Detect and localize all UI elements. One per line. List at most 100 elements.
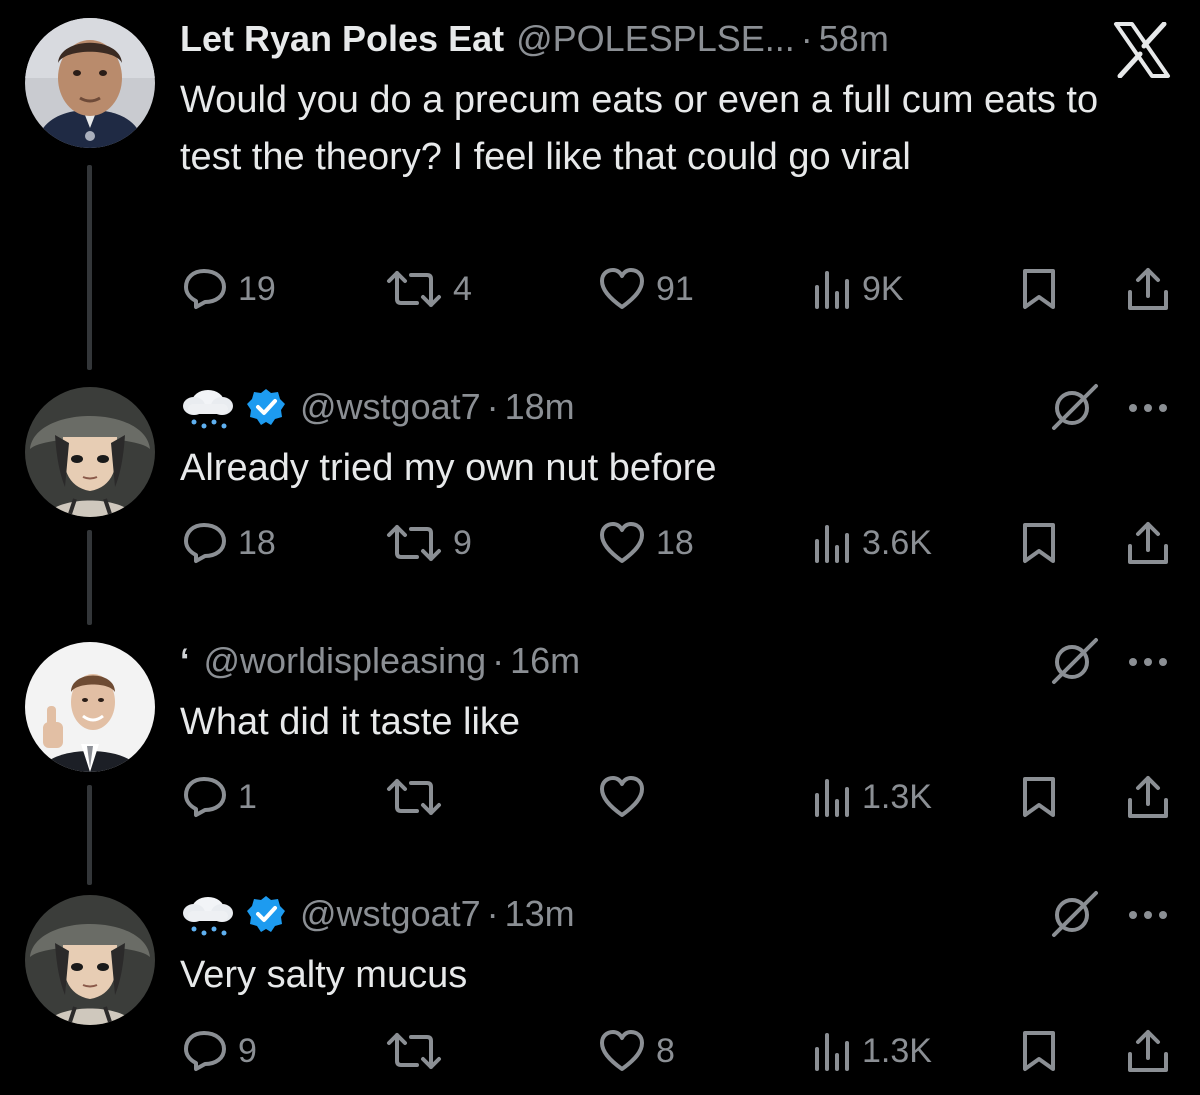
view-count: 1.3K [862,777,932,816]
grok-icon[interactable] [1048,636,1100,688]
like-button[interactable]: 91 [598,264,694,314]
x-logo-icon[interactable] [1112,22,1172,78]
repost-button[interactable]: 9 [385,518,472,568]
more-options-icon[interactable] [1126,905,1170,925]
heart-icon [600,776,644,817]
more-options-icon[interactable] [1126,398,1170,418]
verified-badge-icon[interactable] [246,387,286,427]
bookmark-button[interactable] [1020,772,1058,822]
avatar[interactable] [25,895,155,1025]
timestamp[interactable]: 16m [510,640,580,682]
heart-icon [600,1030,644,1071]
view-count: 1.3K [862,1031,932,1070]
cloud-with-rain-icon [183,897,233,936]
repost-button[interactable]: 4 [385,264,472,314]
repost-icon [387,1033,441,1069]
separator: · [800,18,813,59]
tweet-actions: 19 4 91 9K [0,264,1200,314]
reply-icon [184,269,226,309]
tweet-actions: 18 9 18 3.6K [0,518,1200,568]
views-icon [815,271,849,309]
tweet-actions: 9 8 1.3K [0,1026,1200,1076]
bookmark-button[interactable] [1020,518,1058,568]
share-button[interactable] [1126,772,1170,822]
separator: · [492,640,505,681]
tweet-text: Very salty mucus [180,954,468,996]
handle[interactable]: @wstgoat7 [300,893,481,935]
handle[interactable]: @POLESPLSE... [516,18,795,60]
reply-icon [184,1031,226,1071]
handle[interactable]: @wstgoat7 [300,386,481,428]
display-name[interactable]: Let Ryan Poles Eat [180,18,504,60]
tweet-header: ‘ @worldispleasing · 16m [180,636,580,686]
views-icon [815,1033,849,1071]
repost-icon [387,779,441,815]
tweet-header: @wstgoat7 · 18m [180,382,575,432]
bookmark-icon [1023,1031,1055,1071]
repost-count: 4 [453,269,472,308]
tweet-text: Already tried my own nut before [180,447,717,489]
share-icon [1128,776,1168,818]
like-button[interactable]: 18 [598,518,694,568]
share-icon [1128,268,1168,310]
heart-icon [600,522,644,563]
grok-icon[interactable] [1048,382,1100,434]
avatar[interactable] [25,387,155,517]
timestamp[interactable]: 18m [505,386,575,428]
grok-icon[interactable] [1048,889,1100,941]
reply-count: 9 [238,1031,257,1070]
share-icon [1128,1030,1168,1072]
share-button[interactable] [1126,518,1170,568]
timestamp[interactable]: 58m [819,18,889,60]
bookmark-icon [1023,777,1055,817]
avatar[interactable] [25,18,155,148]
like-count: 91 [656,269,694,308]
bookmark-icon [1023,523,1055,563]
views-button[interactable]: 1.3K [812,1026,932,1076]
repost-icon [387,271,441,307]
like-button[interactable]: 8 [598,1026,675,1076]
repost-icon [387,525,441,561]
heart-icon [600,268,644,309]
like-button[interactable] [598,772,656,822]
verified-badge-icon[interactable] [246,894,286,934]
view-count: 3.6K [862,523,932,562]
reply-button[interactable]: 1 [182,772,257,822]
repost-button[interactable] [385,772,453,822]
handle[interactable]: @worldispleasing [203,640,486,682]
bookmark-icon [1023,269,1055,309]
cloud-with-rain-icon [183,390,233,429]
timestamp[interactable]: 13m [505,893,575,935]
avatar[interactable] [25,642,155,772]
views-icon [815,525,849,563]
reply-button[interactable]: 9 [182,1026,257,1076]
tweet-header: Let Ryan Poles Eat @POLESPLSE... · 58m [180,14,889,64]
separator: · [486,893,499,934]
tweet-text: Would you do a precum eats or even a ful… [180,79,1099,178]
reply-icon [184,523,226,563]
like-count: 18 [656,523,694,562]
repost-count: 9 [453,523,472,562]
views-button[interactable]: 3.6K [812,518,932,568]
repost-button[interactable] [385,1026,453,1076]
views-button[interactable]: 1.3K [812,772,932,822]
share-icon [1128,522,1168,564]
tweet-text: What did it taste like [180,701,521,743]
more-options-icon[interactable] [1126,652,1170,672]
reply-count: 1 [238,777,257,816]
views-button[interactable]: 9K [812,264,904,314]
like-count: 8 [656,1031,675,1070]
name-prefix[interactable]: ‘ [180,642,189,681]
bookmark-button[interactable] [1020,1026,1058,1076]
share-button[interactable] [1126,264,1170,314]
reply-button[interactable]: 18 [182,518,276,568]
bookmark-button[interactable] [1020,264,1058,314]
reply-button[interactable]: 19 [182,264,276,314]
share-button[interactable] [1126,1026,1170,1076]
reply-count: 19 [238,269,276,308]
reply-count: 18 [238,523,276,562]
reply-icon [184,777,226,817]
separator: · [486,386,499,427]
tweet-header: @wstgoat7 · 13m [180,889,575,939]
views-icon [815,779,849,817]
